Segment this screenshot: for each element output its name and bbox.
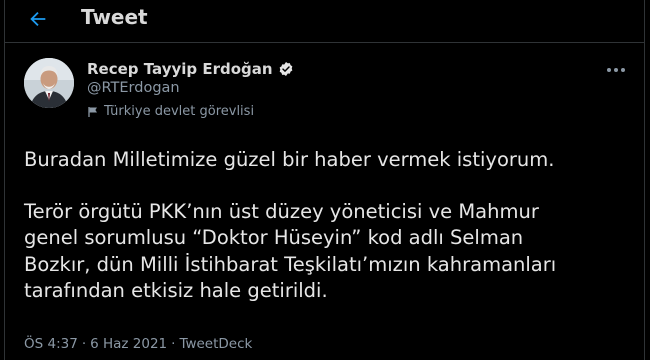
tweet-paragraph: Terör örgütü PKK’nın üst düzey yöneticis… [24, 199, 639, 305]
tweet-line: genel sorumlusu “Doktor Hüseyin” kod adl… [24, 226, 524, 249]
profile-photo [24, 58, 74, 108]
back-button[interactable] [23, 6, 53, 32]
more-options-button[interactable] [603, 60, 629, 80]
tweet-body: Buradan Milletimize güzel bir haber verm… [24, 147, 639, 305]
tweet-date[interactable]: 6 Haz 2021 [90, 336, 167, 352]
header-divider [5, 42, 644, 43]
separator: · [81, 336, 87, 352]
tweet-paragraph: Buradan Milletimize güzel bir haber verm… [24, 148, 555, 171]
author-handle[interactable]: @RTErdogan [87, 80, 180, 96]
tweet-panel: Tweet Recep Tayyip Erdoğan @RTErdogan Tü… [4, 0, 645, 360]
author-name[interactable]: Recep Tayyip Erdoğan [87, 60, 273, 78]
flag-icon [87, 106, 99, 118]
more-options-icon [607, 68, 625, 72]
arrow-left-icon [30, 11, 46, 27]
tweet-metadata: ÖS 4:37 · 6 Haz 2021 · TweetDeck [24, 336, 252, 352]
tweet-line: Bozkır, dün Milli İstihbarat Teşkilatı’m… [24, 252, 557, 276]
account-label-text: Türkiye devlet görevlisi [104, 104, 255, 119]
tweet-line: Terör örgütü PKK’nın üst düzey yöneticis… [24, 199, 539, 223]
tweet-line: tarafından etkisiz hale getirildi. [24, 279, 328, 302]
avatar[interactable] [24, 58, 74, 108]
tweet-source[interactable]: TweetDeck [179, 336, 252, 352]
author-name-row: Recep Tayyip Erdoğan [87, 59, 294, 79]
verified-badge-icon [278, 61, 294, 77]
page-title: Tweet [81, 5, 148, 29]
header-bar: Tweet [5, 0, 644, 40]
separator: · [171, 336, 176, 352]
account-label: Türkiye devlet görevlisi [87, 104, 254, 119]
tweet-time[interactable]: ÖS 4:37 [24, 336, 78, 352]
